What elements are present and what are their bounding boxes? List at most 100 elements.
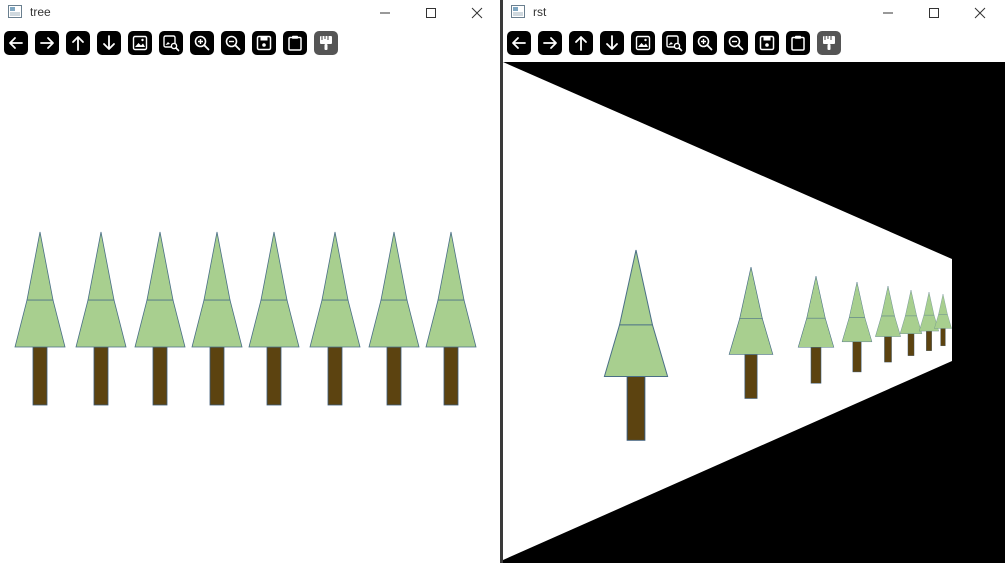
arrow-left-icon xyxy=(9,37,23,49)
window-tree: tree xyxy=(0,0,500,563)
titlebar[interactable]: rst xyxy=(503,0,1005,26)
arrow-right-icon xyxy=(40,37,54,49)
maximize-icon xyxy=(426,8,436,18)
properties-icon xyxy=(823,36,835,50)
image-button[interactable] xyxy=(631,31,655,55)
zoom-in-button[interactable] xyxy=(190,31,214,55)
zoom-out-button[interactable] xyxy=(724,31,748,55)
tree-foliage-upper xyxy=(146,231,174,301)
tree-trunk xyxy=(443,346,459,406)
arrow-left-icon xyxy=(512,37,526,49)
tree-trunk xyxy=(152,346,168,406)
image-search-icon xyxy=(163,35,180,52)
app-icon xyxy=(8,5,22,18)
clipboard-button[interactable] xyxy=(786,31,810,55)
image-canvas[interactable] xyxy=(0,62,500,563)
zoom-in-button[interactable] xyxy=(693,31,717,55)
close-button[interactable] xyxy=(957,0,1003,26)
tree-foliage-lower xyxy=(14,299,66,348)
zoom-out-icon xyxy=(728,35,744,51)
maximize-button[interactable] xyxy=(408,0,454,26)
close-icon xyxy=(471,7,483,19)
minimize-icon xyxy=(380,12,390,14)
image-search-button[interactable] xyxy=(159,31,183,55)
tree-trunk xyxy=(907,333,915,356)
save-button[interactable] xyxy=(252,31,276,55)
tree xyxy=(309,231,361,406)
arrow-down-button[interactable] xyxy=(600,31,624,55)
zoom-in-icon xyxy=(697,35,713,51)
arrow-right-button[interactable] xyxy=(538,31,562,55)
tree-foliage-upper xyxy=(87,231,115,301)
tree-trunk xyxy=(327,346,343,406)
properties-button[interactable] xyxy=(314,31,338,55)
save-icon xyxy=(256,35,272,51)
save-button[interactable] xyxy=(755,31,779,55)
window-title: tree xyxy=(30,5,51,19)
tree-trunk xyxy=(852,341,862,373)
tree-foliage-lower xyxy=(425,299,477,348)
clipboard-button[interactable] xyxy=(283,31,307,55)
tree-foliage-upper xyxy=(260,231,288,301)
tree-foliage-upper xyxy=(437,231,465,301)
minimize-icon xyxy=(883,12,893,14)
app-icon xyxy=(511,5,525,18)
minimize-button[interactable] xyxy=(865,0,911,26)
arrow-left-button[interactable] xyxy=(4,31,28,55)
arrow-down-button[interactable] xyxy=(97,31,121,55)
tree-foliage-upper xyxy=(380,231,408,301)
toolbar xyxy=(0,26,500,62)
toolbar xyxy=(503,26,1005,62)
tree-trunk xyxy=(93,346,109,406)
arrow-up-button[interactable] xyxy=(569,31,593,55)
image-search-icon xyxy=(666,35,683,52)
tree xyxy=(425,231,477,406)
tree-trunk xyxy=(744,354,758,399)
maximize-icon xyxy=(929,8,939,18)
tree-foliage-lower xyxy=(248,299,300,348)
properties-icon xyxy=(320,36,332,50)
tree xyxy=(368,231,420,406)
clipboard-icon xyxy=(791,35,805,51)
maximize-button[interactable] xyxy=(911,0,957,26)
tree-trunk xyxy=(32,346,48,406)
tree-foliage-lower xyxy=(75,299,127,348)
tree-trunk xyxy=(386,346,402,406)
zoom-in-icon xyxy=(194,35,210,51)
arrow-up-icon xyxy=(72,36,84,51)
rst-image xyxy=(503,62,1005,563)
properties-button[interactable] xyxy=(817,31,841,55)
tree-foliage-upper xyxy=(321,231,349,301)
image-search-button[interactable] xyxy=(662,31,686,55)
tree-foliage-lower xyxy=(191,299,243,348)
tree-trunk xyxy=(940,328,946,347)
tree xyxy=(14,231,66,406)
tree xyxy=(248,231,300,406)
tree-trunk xyxy=(926,330,932,351)
minimize-button[interactable] xyxy=(362,0,408,26)
image-button[interactable] xyxy=(128,31,152,55)
tree-trunk xyxy=(884,336,892,363)
window-title: rst xyxy=(533,5,547,19)
tree-trunk xyxy=(626,376,646,441)
tree-trunk xyxy=(810,347,822,384)
tree-trunk xyxy=(209,346,225,406)
arrow-right-button[interactable] xyxy=(35,31,59,55)
tree-foliage-upper xyxy=(203,231,231,301)
close-icon xyxy=(974,7,986,19)
arrow-right-icon xyxy=(543,37,557,49)
image-icon xyxy=(635,35,651,51)
arrow-up-icon xyxy=(575,36,587,51)
arrow-up-button[interactable] xyxy=(66,31,90,55)
tree-trunk xyxy=(266,346,282,406)
tree-image xyxy=(14,231,477,406)
zoom-out-button[interactable] xyxy=(221,31,245,55)
image-canvas[interactable] xyxy=(503,62,1005,563)
close-button[interactable] xyxy=(454,0,500,26)
tree-foliage-lower xyxy=(309,299,361,348)
titlebar[interactable]: tree xyxy=(0,0,500,26)
arrow-left-button[interactable] xyxy=(507,31,531,55)
zoom-out-icon xyxy=(225,35,241,51)
tree-foliage-lower xyxy=(368,299,420,348)
arrow-down-icon xyxy=(103,35,115,50)
